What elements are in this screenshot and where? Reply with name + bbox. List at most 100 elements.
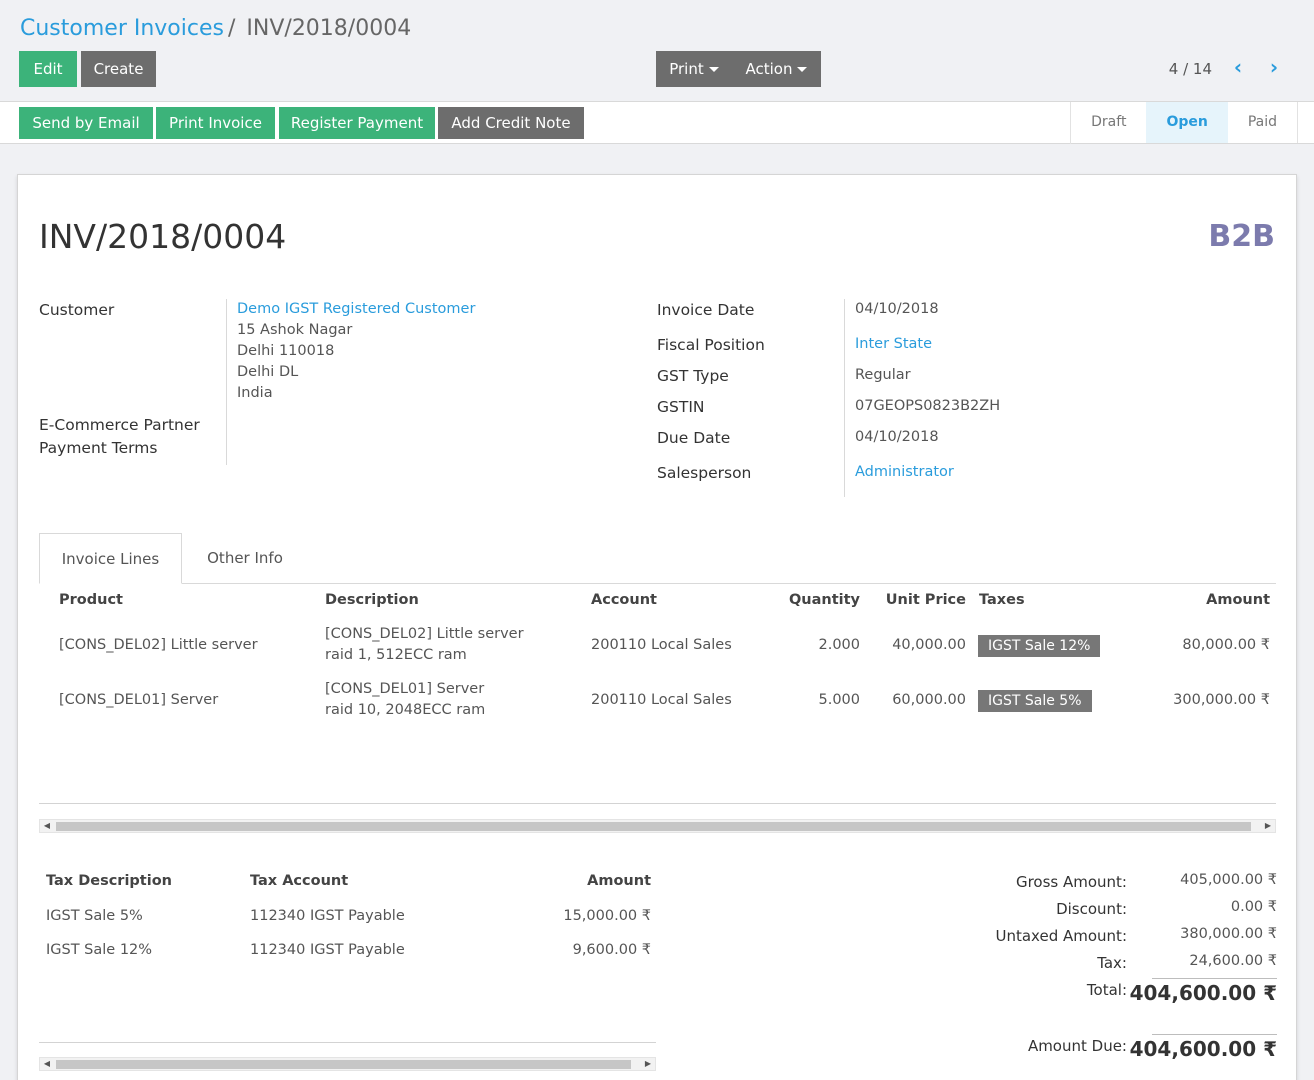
tax-row-account: 112340 IGST Payable (250, 908, 405, 924)
row-description: [CONS_DEL02] Little server (325, 626, 524, 642)
tax-col-header-amount[interactable]: Amount (518, 873, 651, 889)
field-divider (226, 299, 227, 465)
state-draft[interactable]: Draft (1071, 102, 1146, 143)
col-header-account[interactable]: Account (591, 592, 657, 608)
tab-invoice-lines[interactable]: Invoice Lines (39, 533, 182, 584)
invoice-type-badge: B2B (1208, 219, 1275, 254)
action-dropdown[interactable]: Action (732, 51, 821, 87)
action-dropdown-label: Action (745, 60, 793, 78)
scrollbar-thumb[interactable] (56, 1060, 631, 1069)
control-panel: Customer Invoices / INV/2018/0004 Edit Cr… (0, 0, 1314, 102)
row-product: [CONS_DEL02] Little server (59, 637, 258, 653)
tab-other-info[interactable]: Other Info (186, 533, 304, 584)
print-dropdown[interactable]: Print (656, 51, 732, 87)
chevron-left-icon[interactable]: ‹ (1228, 56, 1248, 80)
customer-name-link[interactable]: Demo IGST Registered Customer (237, 301, 475, 317)
tax-row-description: IGST Sale 12% (46, 942, 153, 958)
breadcrumb: Customer Invoices / INV/2018/0004 (20, 16, 411, 41)
scrollbar-thumb[interactable] (56, 822, 1251, 831)
status-bar: Send by Email Print Invoice Register Pay… (0, 102, 1314, 144)
breadcrumb-current: INV/2018/0004 (246, 16, 412, 41)
col-header-quantity[interactable]: Quantity (778, 592, 860, 608)
print-dropdown-label: Print (669, 60, 704, 78)
col-header-amount[interactable]: Amount (1168, 592, 1270, 608)
gstin-label: GSTIN (657, 398, 705, 416)
customer-address-line: Delhi 110018 (237, 343, 335, 359)
tax-col-header-account[interactable]: Tax Account (250, 873, 348, 889)
tax-value: 24,600.00 ₹ (1189, 953, 1277, 969)
invoice-form-sheet: INV/2018/0004 B2B Customer E-Commerce Pa… (17, 174, 1297, 1080)
tax-label: Tax: (1097, 954, 1127, 972)
col-header-product[interactable]: Product (59, 592, 123, 608)
tax-row-amount: 15,000.00 ₹ (563, 908, 651, 924)
gstin-value: 07GEOPS0823B2ZH (855, 398, 1001, 414)
scroll-right-icon[interactable]: ▶ (1262, 820, 1274, 832)
total-rule (1152, 978, 1277, 979)
row-amount: 80,000.00 ₹ (1182, 637, 1270, 653)
invoice-number-title: INV/2018/0004 (39, 217, 287, 256)
state-open[interactable]: Open (1146, 102, 1228, 143)
gross-amount-value: 405,000.00 ₹ (1180, 872, 1277, 888)
send-by-email-button[interactable]: Send by Email (19, 107, 153, 139)
tax-col-header-description[interactable]: Tax Description (46, 873, 172, 889)
create-button[interactable]: Create (81, 51, 156, 87)
customer-address-line: 15 Ashok Nagar (237, 322, 353, 338)
register-payment-button[interactable]: Register Payment (279, 107, 435, 139)
salesperson-label: Salesperson (657, 464, 752, 482)
row-description: [CONS_DEL01] Server (325, 681, 485, 697)
tax-row-amount: 9,600.00 ₹ (572, 942, 651, 958)
invoice-date-value: 04/10/2018 (855, 301, 939, 317)
ecommerce-partner-label: E-Commerce Partner (39, 416, 200, 434)
state-paid[interactable]: Paid (1228, 102, 1298, 143)
breadcrumb-parent-link[interactable]: Customer Invoices (20, 16, 224, 41)
caret-down-icon (708, 67, 719, 72)
customer-label: Customer (39, 301, 115, 319)
untaxed-amount-value: 380,000.00 ₹ (1180, 926, 1277, 942)
row-quantity: 2.000 (818, 637, 860, 653)
fiscal-position-link[interactable]: Inter State (855, 336, 932, 352)
col-header-unit-price[interactable]: Unit Price (878, 592, 966, 608)
tax-row-account: 112340 IGST Payable (250, 942, 405, 958)
pager-value[interactable]: 4 / 14 (1169, 60, 1212, 78)
gst-type-value: Regular (855, 367, 911, 383)
scroll-left-icon[interactable]: ◀ (41, 1058, 53, 1070)
row-description: raid 1, 512ECC ram (325, 647, 467, 663)
gst-type-label: GST Type (657, 367, 729, 385)
gross-amount-label: Gross Amount: (1015, 873, 1127, 891)
state-pipeline: Draft Open Paid (1070, 102, 1298, 144)
row-account: 200110 Local Sales (591, 692, 732, 708)
total-label: Total: (1086, 981, 1127, 999)
amount-due-label: Amount Due: (1027, 1037, 1127, 1055)
table-bottom-rule (39, 803, 1276, 804)
add-credit-note-button[interactable]: Add Credit Note (438, 107, 584, 139)
row-quantity: 5.000 (818, 692, 860, 708)
row-unit-price: 40,000.00 (892, 637, 966, 653)
due-date-value: 04/10/2018 (855, 429, 939, 445)
print-invoice-button[interactable]: Print Invoice (156, 107, 275, 139)
customer-country: India (237, 385, 273, 401)
caret-down-icon (797, 67, 808, 72)
amount-due-value: 404,600.00 ₹ (1129, 1037, 1277, 1061)
field-divider (844, 299, 845, 497)
tax-horizontal-scrollbar[interactable]: ◀ ▶ (39, 1057, 656, 1071)
untaxed-amount-label: Untaxed Amount: (995, 927, 1128, 945)
fiscal-position-label: Fiscal Position (657, 336, 765, 354)
col-header-taxes[interactable]: Taxes (979, 592, 1025, 608)
scroll-right-icon[interactable]: ▶ (642, 1058, 654, 1070)
due-date-label: Due Date (657, 429, 731, 447)
salesperson-link[interactable]: Administrator (855, 464, 954, 480)
col-header-description[interactable]: Description (325, 592, 419, 608)
tax-tag: IGST Sale 12% (978, 635, 1101, 657)
amount-due-rule (1152, 1034, 1277, 1035)
row-account: 200110 Local Sales (591, 637, 732, 653)
payment-terms-label: Payment Terms (39, 439, 158, 457)
breadcrumb-separator: / (227, 16, 236, 41)
tax-row-description: IGST Sale 5% (46, 908, 143, 924)
edit-button[interactable]: Edit (19, 51, 77, 87)
scroll-left-icon[interactable]: ◀ (41, 820, 53, 832)
lines-horizontal-scrollbar[interactable]: ◀ ▶ (39, 819, 1276, 833)
total-value: 404,600.00 ₹ (1129, 981, 1277, 1005)
chevron-right-icon[interactable]: › (1264, 56, 1284, 80)
tax-table-bottom-rule (39, 1042, 656, 1043)
invoice-date-label: Invoice Date (657, 301, 755, 319)
